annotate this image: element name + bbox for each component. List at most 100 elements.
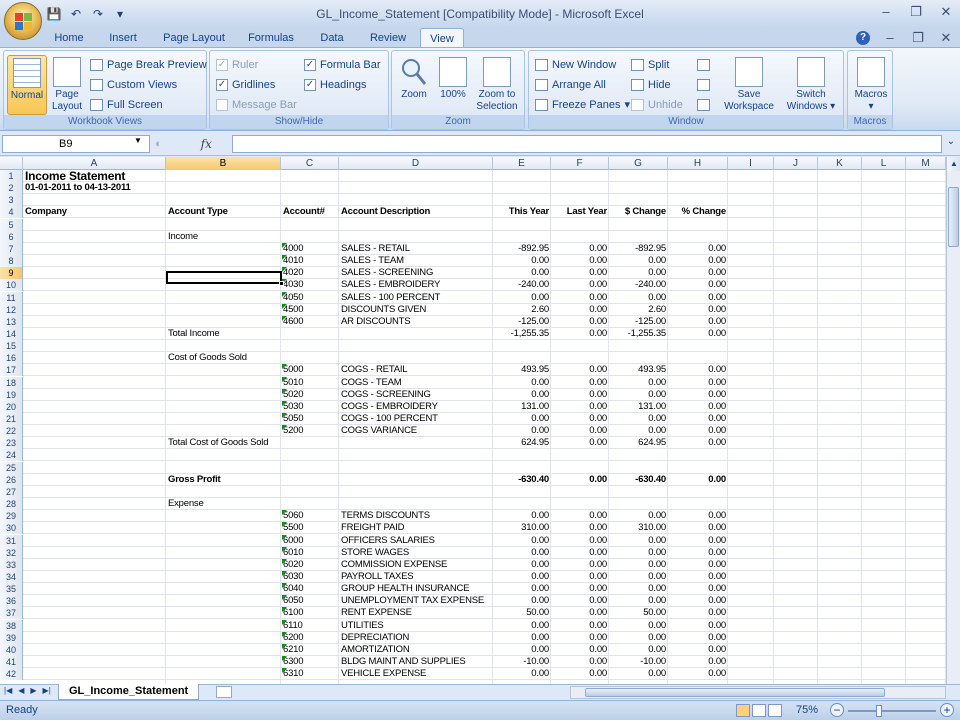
prev-sheet-icon[interactable]: ◀ <box>18 686 24 695</box>
percent-change-cell[interactable]: 0.00 <box>668 644 728 656</box>
header-percent-change[interactable]: % Change <box>668 206 728 218</box>
message-bar-checkbox[interactable]: Message Bar <box>216 97 297 113</box>
this-year-cell[interactable]: 310.00 <box>493 522 551 534</box>
horizontal-scrollbar[interactable] <box>570 686 946 699</box>
row-header[interactable]: 28 <box>0 498 23 511</box>
this-year-cell[interactable]: -1,255.35 <box>493 328 551 340</box>
percent-change-cell[interactable]: 0.00 <box>668 401 728 413</box>
account-number-cell[interactable]: 6200 <box>281 631 339 644</box>
scroll-up-icon[interactable]: ▲ <box>947 157 960 171</box>
this-year-cell[interactable]: -125.00 <box>493 316 551 328</box>
account-description-cell[interactable]: UNEMPLOYMENT TAX EXPENSE <box>339 595 493 607</box>
this-year-cell[interactable]: 0.00 <box>493 267 551 279</box>
percent-change-cell[interactable]: 0.00 <box>668 389 728 401</box>
workbook-close-button[interactable]: ✕ <box>938 30 954 46</box>
report-date-range[interactable]: 01-01-2011 to 04-13-2011 <box>23 182 166 194</box>
last-year-cell[interactable]: 0.00 <box>551 583 609 595</box>
workbook-restore-button[interactable]: ❐ <box>910 30 926 46</box>
this-year-cell[interactable]: 50.00 <box>493 607 551 619</box>
account-description-cell[interactable]: COGS - EMBROIDERY <box>339 401 493 413</box>
account-description-cell[interactable]: RENT EXPENSE <box>339 607 493 619</box>
last-sheet-icon[interactable]: ▶| <box>43 686 51 695</box>
account-description-cell[interactable]: COGS - SCREENING <box>339 389 493 401</box>
percent-change-cell[interactable]: 0.00 <box>668 535 728 547</box>
percent-change-cell[interactable]: 0.00 <box>668 474 728 486</box>
last-year-cell[interactable]: 0.00 <box>551 364 609 376</box>
dollar-change-cell[interactable]: -125.00 <box>609 316 668 328</box>
this-year-cell[interactable]: 493.95 <box>493 364 551 376</box>
this-year-cell[interactable]: 2.60 <box>493 304 551 316</box>
last-year-cell[interactable]: 0.00 <box>551 389 609 401</box>
dollar-change-cell[interactable]: 310.00 <box>609 522 668 534</box>
row-header[interactable]: 8 <box>0 255 23 268</box>
row-header[interactable]: 5 <box>0 218 23 231</box>
account-number-cell[interactable]: 6000 <box>281 534 339 547</box>
column-header-g[interactable]: G <box>609 157 668 170</box>
account-number-cell[interactable]: 6020 <box>281 558 339 571</box>
zoom-100-button[interactable]: 100% <box>436 55 470 101</box>
percent-change-cell[interactable]: 0.00 <box>668 364 728 376</box>
last-year-cell[interactable]: 0.00 <box>551 304 609 316</box>
column-header-k[interactable]: K <box>818 157 862 170</box>
row-header[interactable]: 23 <box>0 437 23 450</box>
dollar-change-cell[interactable]: 624.95 <box>609 437 668 449</box>
last-year-cell[interactable]: 0.00 <box>551 267 609 279</box>
percent-change-cell[interactable]: 0.00 <box>668 510 728 522</box>
worksheet-grid[interactable]: ABCDEFGHIJKLM 1 Income Statement 2 01-01-20… <box>0 157 946 684</box>
this-year-cell[interactable]: 0.00 <box>493 595 551 607</box>
account-type-cell[interactable]: Total Income <box>166 328 281 340</box>
tab-home[interactable]: Home <box>52 28 86 48</box>
percent-change-cell[interactable]: 0.00 <box>668 522 728 534</box>
row-header[interactable]: 22 <box>0 425 23 438</box>
this-year-cell[interactable]: 0.00 <box>493 389 551 401</box>
dollar-change-cell[interactable]: 0.00 <box>609 668 668 680</box>
zoom-out-icon[interactable]: − <box>830 703 844 717</box>
dollar-change-cell[interactable]: -630.40 <box>609 474 668 486</box>
column-header-e[interactable]: E <box>493 157 551 170</box>
account-type-cell[interactable]: Cost of Goods Sold <box>166 352 281 364</box>
tab-page-layout[interactable]: Page Layout <box>160 28 228 48</box>
row-header[interactable]: 33 <box>0 558 23 571</box>
column-header-j[interactable]: J <box>774 157 818 170</box>
insert-function-icon[interactable]: fx <box>201 137 212 151</box>
percent-change-cell[interactable]: 0.00 <box>668 328 728 340</box>
row-header[interactable]: 3 <box>0 194 23 207</box>
account-description-cell[interactable]: SALES - TEAM <box>339 255 493 267</box>
row-header[interactable]: 32 <box>0 546 23 559</box>
percent-change-cell[interactable]: 0.00 <box>668 620 728 632</box>
account-type-cell[interactable]: Expense <box>166 498 281 510</box>
last-year-cell[interactable]: 0.00 <box>551 243 609 255</box>
account-number-cell[interactable]: 5200 <box>281 425 339 437</box>
account-number-cell[interactable]: 6030 <box>281 570 339 583</box>
row-header[interactable]: 37 <box>0 607 23 620</box>
page-layout-view-button[interactable]: Page Layout <box>48 55 86 115</box>
new-window-button[interactable]: New Window <box>535 57 616 73</box>
dollar-change-cell[interactable]: -10.00 <box>609 656 668 668</box>
switch-windows-button[interactable]: Switch Windows ▾ <box>781 55 841 113</box>
dollar-change-cell[interactable]: 131.00 <box>609 401 668 413</box>
gridlines-checkbox[interactable]: ✓ Gridlines <box>216 77 275 93</box>
account-number-cell[interactable]: 6040 <box>281 583 339 595</box>
first-sheet-icon[interactable]: |◀ <box>4 686 12 695</box>
last-year-cell[interactable]: 0.00 <box>551 656 609 668</box>
account-number-cell[interactable]: 6110 <box>281 619 339 632</box>
dollar-change-cell[interactable]: 0.00 <box>609 425 668 437</box>
last-year-cell[interactable]: 0.00 <box>551 571 609 583</box>
last-year-cell[interactable]: 0.00 <box>551 607 609 619</box>
vertical-scroll-thumb[interactable] <box>948 187 959 247</box>
dollar-change-cell[interactable]: 0.00 <box>609 510 668 522</box>
last-year-cell[interactable]: 0.00 <box>551 668 609 680</box>
account-number-cell[interactable]: 5050 <box>281 413 339 425</box>
this-year-cell[interactable]: 0.00 <box>493 425 551 437</box>
column-header-h[interactable]: H <box>668 157 728 170</box>
full-screen-button[interactable]: Full Screen <box>90 97 163 113</box>
name-box[interactable]: B9 <box>2 135 150 153</box>
account-number-cell[interactable]: 5500 <box>281 522 339 534</box>
this-year-cell[interactable]: 0.00 <box>493 535 551 547</box>
last-year-cell[interactable]: 0.00 <box>551 292 609 304</box>
macros-button[interactable]: Macros ▾ <box>852 55 890 113</box>
percent-change-cell[interactable]: 0.00 <box>668 437 728 449</box>
tab-review[interactable]: Review <box>366 28 410 48</box>
ruler-checkbox[interactable]: ✓ Ruler <box>216 57 258 73</box>
arrange-all-button[interactable]: Arrange All <box>535 77 606 93</box>
